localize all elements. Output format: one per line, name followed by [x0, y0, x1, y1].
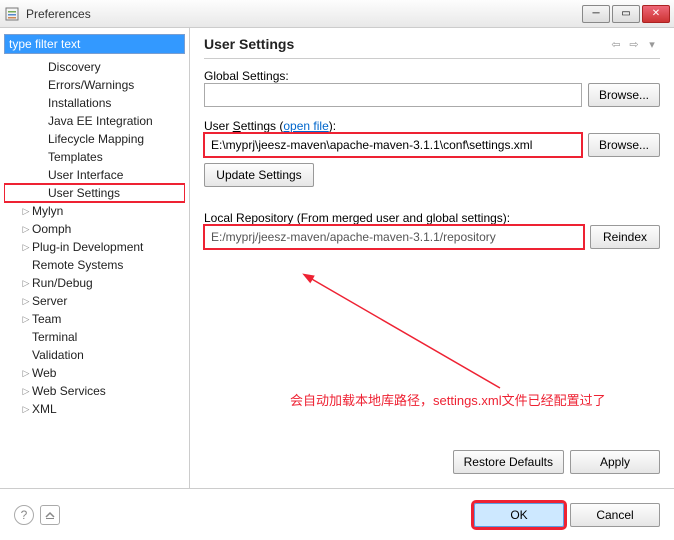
user-settings-input[interactable] — [204, 133, 582, 157]
expand-icon[interactable]: ▷ — [20, 242, 32, 253]
tree-item[interactable]: ▷Server — [4, 292, 185, 310]
tree-item[interactable]: Installations — [4, 94, 185, 112]
tree-item-label: Web — [32, 366, 56, 380]
main-panel: User Settings ⇦ ⇨ ▾ Global Settings: Bro… — [190, 28, 674, 488]
tree-item-label: Templates — [48, 150, 103, 164]
user-browse-button[interactable]: Browse... — [588, 133, 660, 157]
apply-button[interactable]: Apply — [570, 450, 660, 474]
window-title: Preferences — [26, 7, 582, 21]
local-repo-label: Local Repository (From merged user and g… — [204, 211, 660, 225]
global-settings-label: Global Settings: — [204, 69, 660, 83]
tree-item-label: Installations — [48, 96, 111, 110]
tree-item-label: XML — [32, 402, 57, 416]
tree-item-label: Validation — [32, 348, 84, 362]
tree-item-label: Lifecycle Mapping — [48, 132, 144, 146]
annotation-text: 会自动加载本地库路径，settings.xml文件已经配置过了 — [290, 390, 650, 409]
tree-item[interactable]: ▷XML — [4, 400, 185, 418]
tree-item[interactable]: Terminal — [4, 328, 185, 346]
import-export-icon[interactable] — [40, 505, 60, 525]
expand-icon[interactable]: ▷ — [20, 404, 32, 415]
tree-item-label: Web Services — [32, 384, 106, 398]
expand-icon[interactable]: ▷ — [20, 206, 32, 217]
close-button[interactable]: ✕ — [642, 5, 670, 23]
tree-item-label: Java EE Integration — [48, 114, 153, 128]
tree-item-label: Team — [32, 312, 61, 326]
tree-item-label: User Interface — [48, 168, 123, 182]
expand-icon[interactable]: ▷ — [20, 368, 32, 379]
filter-input[interactable] — [4, 34, 185, 54]
page-title: User Settings — [204, 36, 606, 52]
tree-item-label: Plug-in Development — [32, 240, 143, 254]
local-repo-input — [204, 225, 584, 249]
tree-item-label: Errors/Warnings — [48, 78, 134, 92]
tree-item[interactable]: ▷Plug-in Development — [4, 238, 185, 256]
expand-icon[interactable]: ▷ — [20, 386, 32, 397]
tree-item[interactable]: Templates — [4, 148, 185, 166]
restore-defaults-button[interactable]: Restore Defaults — [453, 450, 564, 474]
tree-item-label: Terminal — [32, 330, 77, 344]
sidebar: Discovery Errors/Warnings Installations Jav… — [0, 28, 190, 488]
tree-item[interactable]: ▷Team — [4, 310, 185, 328]
minimize-button[interactable]: ─ — [582, 5, 610, 23]
tree-item[interactable]: ▷Run/Debug — [4, 274, 185, 292]
tree-item-label: Discovery — [48, 60, 101, 74]
expand-icon[interactable]: ▷ — [20, 224, 32, 235]
footer: ? OK Cancel — [0, 488, 674, 540]
tree-item[interactable]: Java EE Integration — [4, 112, 185, 130]
tree-item[interactable]: Discovery — [4, 58, 185, 76]
titlebar: Preferences ─ ▭ ✕ — [0, 0, 674, 28]
tree-item[interactable]: ▷Web — [4, 364, 185, 382]
tree-item[interactable]: ▷Web Services — [4, 382, 185, 400]
expand-icon[interactable]: ▷ — [20, 296, 32, 307]
tree-item[interactable]: Errors/Warnings — [4, 76, 185, 94]
tree-item[interactable]: Validation — [4, 346, 185, 364]
ok-button[interactable]: OK — [474, 503, 564, 527]
tree-item[interactable]: User Settings — [4, 184, 185, 202]
tree-item-label: Remote Systems — [32, 258, 123, 272]
tree-item[interactable]: Lifecycle Mapping — [4, 130, 185, 148]
back-icon[interactable]: ⇦ — [608, 36, 624, 52]
maximize-button[interactable]: ▭ — [612, 5, 640, 23]
expand-icon[interactable]: ▷ — [20, 278, 32, 289]
tree-item-label: Mylyn — [32, 204, 63, 218]
tree-item-label: Run/Debug — [32, 276, 93, 290]
tree-item-label: User Settings — [48, 186, 120, 200]
reindex-button[interactable]: Reindex — [590, 225, 660, 249]
cancel-button[interactable]: Cancel — [570, 503, 660, 527]
tree-item[interactable]: Remote Systems — [4, 256, 185, 274]
menu-icon[interactable]: ▾ — [644, 36, 660, 52]
tree-item[interactable]: ▷Mylyn — [4, 202, 185, 220]
user-settings-label: User Settings (open file): — [204, 119, 660, 133]
window-buttons: ─ ▭ ✕ — [582, 5, 670, 23]
app-icon — [4, 6, 20, 22]
tree-item-label: Oomph — [32, 222, 71, 236]
expand-icon[interactable]: ▷ — [20, 314, 32, 325]
forward-icon[interactable]: ⇨ — [626, 36, 642, 52]
open-file-link[interactable]: open file — [283, 119, 328, 133]
preferences-tree[interactable]: Discovery Errors/Warnings Installations Jav… — [4, 58, 185, 482]
global-settings-input[interactable] — [204, 83, 582, 107]
tree-item[interactable]: ▷Oomph — [4, 220, 185, 238]
update-settings-button[interactable]: Update Settings — [204, 163, 314, 187]
tree-item[interactable]: User Interface — [4, 166, 185, 184]
global-browse-button[interactable]: Browse... — [588, 83, 660, 107]
help-icon[interactable]: ? — [14, 505, 34, 525]
tree-item-label: Server — [32, 294, 67, 308]
